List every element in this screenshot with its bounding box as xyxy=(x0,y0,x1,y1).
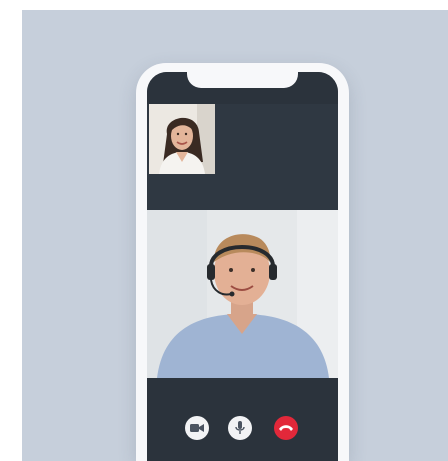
phone-hangup-icon xyxy=(279,425,293,431)
remote-participant-video[interactable] xyxy=(147,210,338,378)
call-controls-bar xyxy=(147,378,338,461)
phone-screen xyxy=(147,72,338,461)
self-view-video[interactable] xyxy=(149,104,215,174)
end-call-button[interactable] xyxy=(274,416,298,440)
man-avatar-image xyxy=(147,210,338,378)
phone-notch xyxy=(187,72,298,88)
woman-avatar-image xyxy=(149,104,215,174)
camera-toggle-button[interactable] xyxy=(185,416,209,440)
microphone-toggle-button[interactable] xyxy=(228,416,252,440)
microphone-icon xyxy=(235,421,245,434)
video-camera-icon xyxy=(190,424,204,432)
